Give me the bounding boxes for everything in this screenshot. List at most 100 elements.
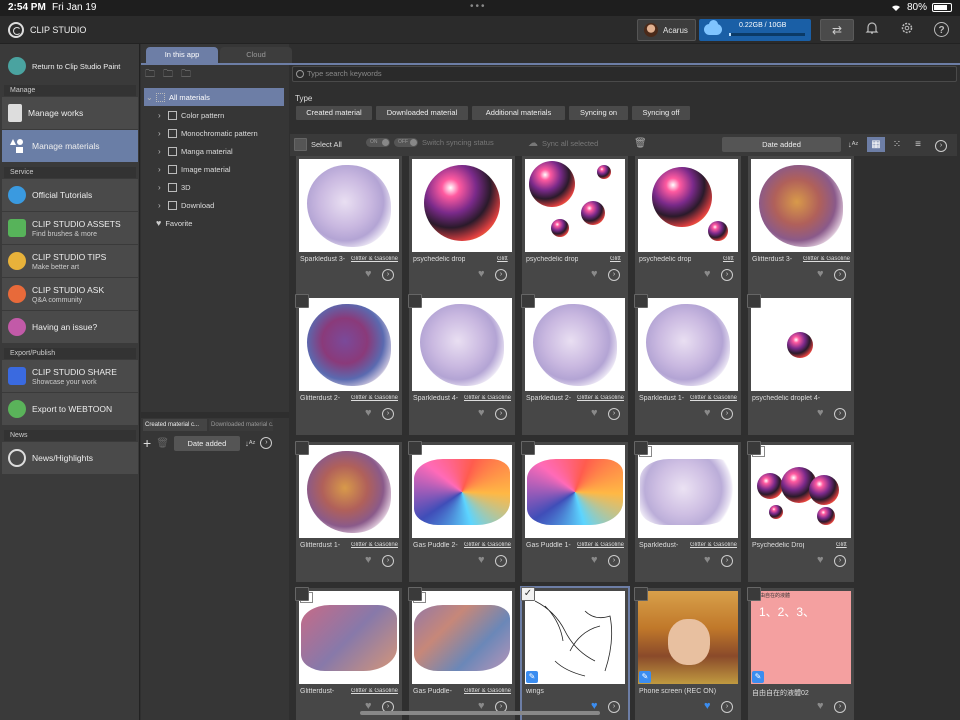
arrow-right-circle-icon[interactable]: › <box>495 555 507 567</box>
heart-icon[interactable]: ♥ <box>478 407 485 419</box>
arrow-right-circle-icon[interactable]: › <box>834 269 846 281</box>
sidebar-item-manage-works[interactable]: Manage works <box>2 97 138 129</box>
arrow-right-circle-icon[interactable]: › <box>382 555 394 567</box>
material-checkbox[interactable] <box>295 441 309 455</box>
tree-item-image[interactable]: › Image material <box>144 160 284 178</box>
sync-arrows-icon[interactable]: ⇄ <box>820 19 854 41</box>
heart-icon[interactable]: ♥ <box>365 268 372 280</box>
multitask-dots-icon[interactable]: ••• <box>470 1 487 12</box>
large-grid-view-icon[interactable]: ▦ <box>867 137 885 152</box>
material-checkbox[interactable] <box>521 441 535 455</box>
material-tag-link[interactable]: Glitter & Gasoline <box>464 542 511 548</box>
material-checkbox[interactable] <box>747 294 761 308</box>
tab-downloaded-material[interactable]: Downloaded material c... <box>209 419 273 431</box>
material-card[interactable]: psychedelic droplet 2- Glitt ♥ › <box>635 156 741 296</box>
material-card[interactable]: ✓ ✎ wings ♥ › <box>520 586 630 720</box>
material-card[interactable]: Gas Puddle- Glitter & Gasoline ♥ › <box>408 587 515 720</box>
material-card[interactable]: Glitterdust 3- Glitter & Gasoline ♥ › <box>748 156 854 296</box>
heart-icon[interactable]: ♥ <box>817 554 824 566</box>
material-card[interactable]: Sparkledust 2- Glitter & Gasoline ♥ › <box>521 294 628 435</box>
heart-icon[interactable]: ♥ <box>704 407 711 419</box>
heart-icon[interactable]: ♥ <box>704 268 711 280</box>
material-tag-link[interactable]: Glitter & Gasoline <box>803 256 850 262</box>
material-checkbox[interactable] <box>634 294 648 308</box>
material-checkbox[interactable] <box>408 587 422 601</box>
material-checkbox[interactable]: ✓ <box>521 587 535 601</box>
material-tag-link[interactable]: Glitter & Gasoline <box>464 395 511 401</box>
arrow-right-circle-icon[interactable]: › <box>834 408 846 420</box>
arrow-right-circle-icon[interactable]: › <box>834 701 846 713</box>
sidebar-item-manage-materials[interactable]: Manage materials <box>2 130 138 162</box>
arrow-right-circle-icon[interactable]: › <box>382 408 394 420</box>
filter-syncing-on[interactable]: Syncing on <box>569 106 628 120</box>
material-card[interactable]: 自由自在的液體 1、2、3、 ✎ 自由自在的液體02 ♥ › <box>747 587 854 720</box>
arrow-right-circle-icon[interactable]: › <box>608 555 620 567</box>
tab-created-material[interactable]: Created material c... <box>143 419 207 431</box>
arrow-right-circle-icon[interactable]: › <box>608 408 620 420</box>
sort-az-icon[interactable]: ↓ᴬᶻ <box>844 137 862 152</box>
arrow-right-circle-icon[interactable]: › <box>495 269 507 281</box>
user-account-button[interactable]: Acarus <box>637 19 696 41</box>
sync-off-toggle[interactable]: OFF <box>394 138 418 147</box>
filter-created-material[interactable]: Created material <box>296 106 372 120</box>
material-tag-link[interactable]: Glitter & Gasoline <box>577 395 624 401</box>
tab-cloud[interactable]: Cloud <box>220 47 292 63</box>
material-card[interactable]: Gas Puddle 2- Glitter & Gasoline ♥ › <box>408 441 515 582</box>
search-input[interactable]: Type search keywords <box>292 66 957 82</box>
arrow-right-circle-icon[interactable]: › <box>260 437 273 449</box>
material-card[interactable]: Sparkledust 3- Glitter & Gasoline ♥ › <box>296 156 402 296</box>
sync-on-toggle[interactable]: ON <box>366 138 390 147</box>
material-card[interactable]: Glitterdust 1- Glitter & Gasoline ♥ › <box>295 441 402 582</box>
heart-icon[interactable]: ♥ <box>591 554 598 566</box>
help-icon[interactable]: ? <box>934 22 949 37</box>
material-checkbox[interactable] <box>634 587 648 601</box>
heart-icon[interactable]: ♥ <box>365 554 372 566</box>
heart-icon[interactable]: ♥ <box>478 268 485 280</box>
home-indicator[interactable] <box>360 711 600 715</box>
sidebar-item-ask[interactable]: CLIP STUDIO ASK Q&A community <box>2 278 138 310</box>
tree-item-mono[interactable]: › Monochromatic pattern <box>144 124 284 142</box>
tree-item-favorite[interactable]: ♥ Favorite <box>144 214 284 232</box>
select-all-checkbox[interactable] <box>294 138 307 151</box>
material-tag-link[interactable]: Glitter & Gasoline <box>351 542 398 548</box>
edit-folder-icon[interactable]: 🗀 <box>181 67 191 84</box>
sidebar-item-webtoon[interactable]: Export to WEBTOON <box>2 393 138 425</box>
material-checkbox[interactable] <box>747 587 761 601</box>
cloud-storage-button[interactable]: 0.22GB / 10GB <box>699 19 811 41</box>
material-tag-link[interactable]: Glitter & Gasoline <box>690 542 737 548</box>
material-card[interactable]: Gas Puddle 1- Glitter & Gasoline ♥ › <box>521 441 628 582</box>
arrow-right-circle-icon[interactable]: › <box>834 555 846 567</box>
sort-dropdown[interactable]: Date added <box>173 435 240 451</box>
tree-item-download[interactable]: › Download <box>144 196 284 214</box>
heart-icon[interactable]: ♥ <box>365 407 372 419</box>
bell-icon[interactable] <box>863 21 881 39</box>
heart-icon[interactable]: ♥ <box>704 700 711 712</box>
arrow-right-circle-icon[interactable]: › <box>495 408 507 420</box>
filter-syncing-off[interactable]: Syncing off <box>632 106 690 120</box>
material-checkbox[interactable] <box>521 294 535 308</box>
arrow-right-circle-icon[interactable]: › <box>721 408 733 420</box>
material-card[interactable]: Psychedelic Droplets- Glitt ♥ › <box>747 441 854 582</box>
material-tag-link[interactable]: Glitt <box>497 256 508 262</box>
heart-icon[interactable]: ♥ <box>704 554 711 566</box>
material-card[interactable]: Sparkledust- Glitter & Gasoline ♥ › <box>634 441 741 582</box>
sort-dropdown[interactable]: Date added <box>722 137 841 152</box>
small-grid-view-icon[interactable]: ⁙ <box>888 137 906 152</box>
material-tag-link[interactable]: Glitt <box>723 256 734 262</box>
heart-icon[interactable]: ♥ <box>591 268 598 280</box>
material-checkbox[interactable] <box>747 441 761 455</box>
material-card[interactable]: Glitterdust 2- Glitter & Gasoline ♥ › <box>295 294 402 435</box>
material-card[interactable]: ✎ Phone screen (REC ON) ♥ › <box>634 587 741 720</box>
arrow-right-circle-icon[interactable]: › <box>721 701 733 713</box>
material-tag-link[interactable]: Glitter & Gasoline <box>577 542 624 548</box>
plus-icon[interactable]: + <box>143 435 151 451</box>
material-tag-link[interactable]: Glitt <box>610 256 621 262</box>
heart-icon[interactable]: ♥ <box>591 407 598 419</box>
tree-item-3d[interactable]: › 3D <box>144 178 284 196</box>
material-checkbox[interactable] <box>634 441 648 455</box>
gear-icon[interactable] <box>898 21 916 39</box>
material-card[interactable]: Sparkledust 4- Glitter & Gasoline ♥ › <box>408 294 515 435</box>
material-checkbox[interactable] <box>408 294 422 308</box>
sidebar-item-share[interactable]: CLIP STUDIO SHARE Showcase your work <box>2 360 138 392</box>
material-card[interactable]: psychedelic droplet 4- ♥ › <box>747 294 854 435</box>
